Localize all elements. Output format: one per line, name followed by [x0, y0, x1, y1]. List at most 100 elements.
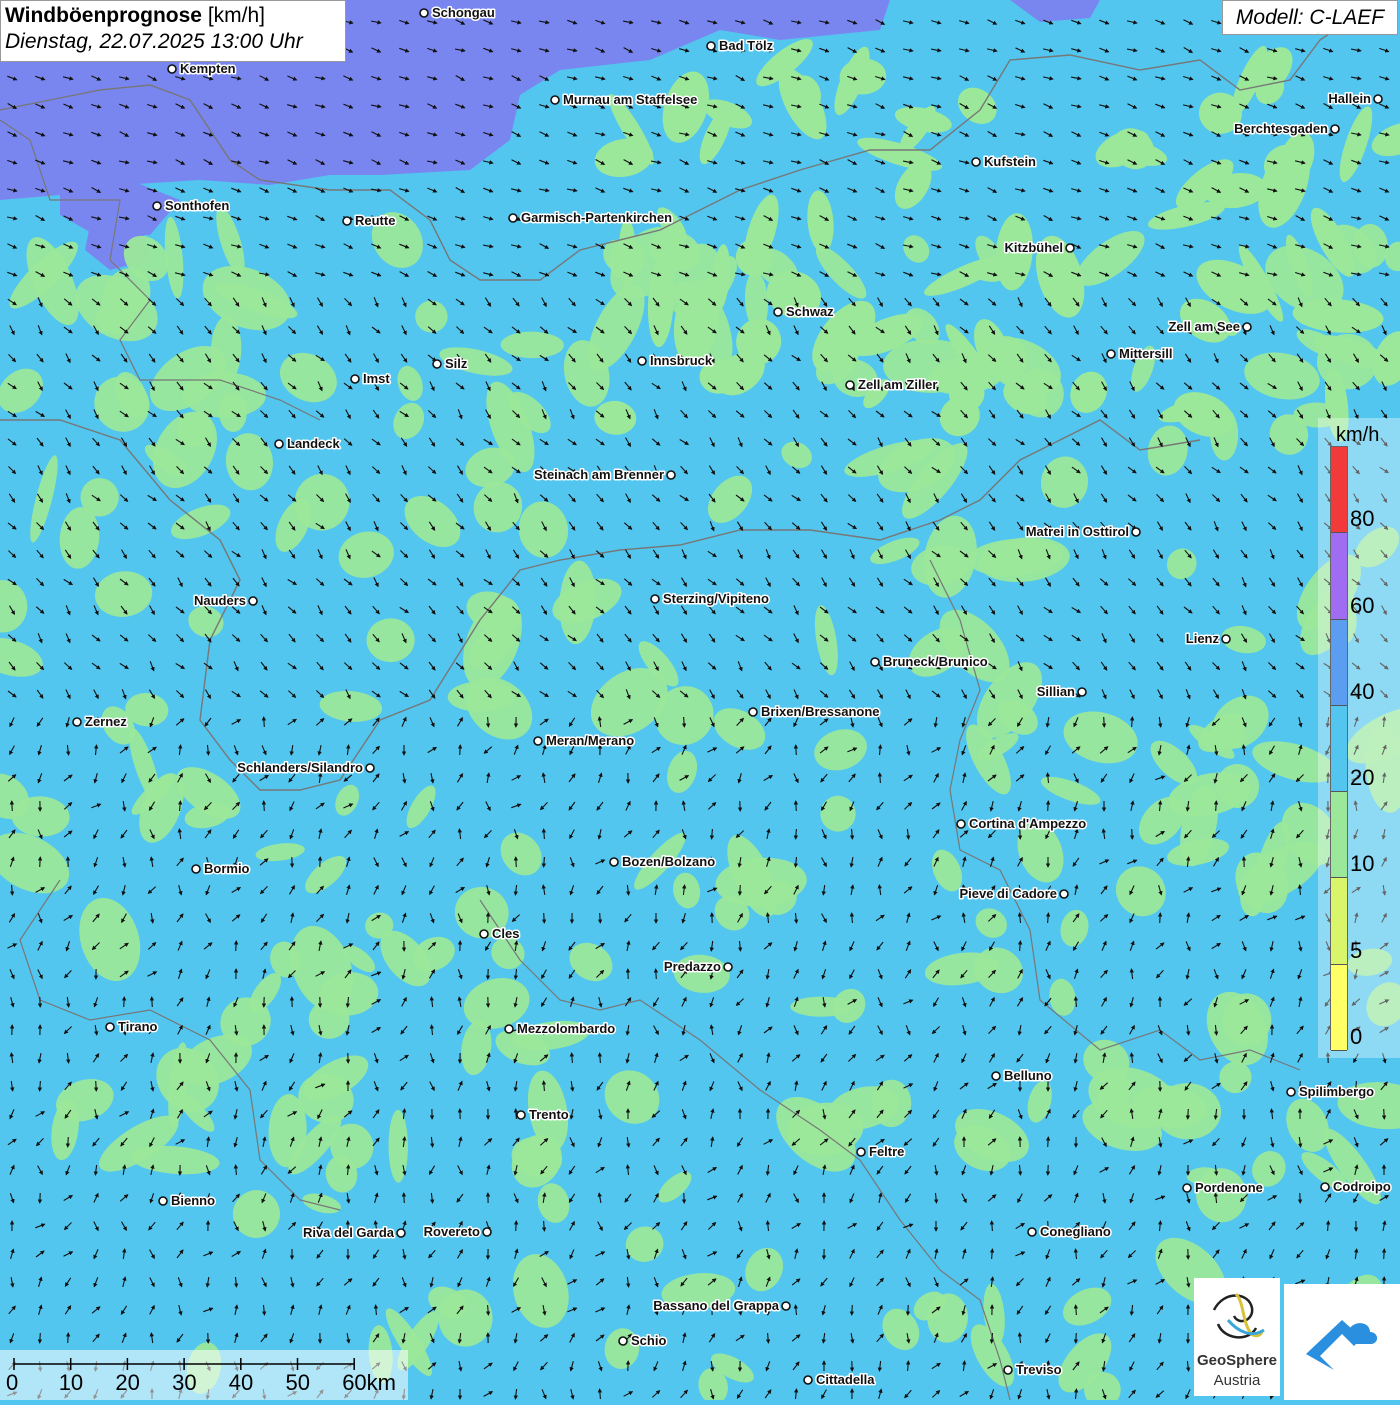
- logo-name: GeoSphere: [1194, 1352, 1280, 1369]
- city-label: Kitzbühel: [1005, 240, 1064, 255]
- city-dot: [782, 1302, 790, 1310]
- city-dot: [168, 65, 176, 73]
- city-label: Sterzing/Vipiteno: [663, 591, 769, 606]
- app-logo[interactable]: [1284, 1284, 1400, 1400]
- city-dot: [610, 858, 618, 866]
- city-marker[interactable]: Murnau am Staffelsee: [551, 92, 697, 107]
- city-label: Zell am See: [1168, 319, 1240, 334]
- legend-segment: [1331, 792, 1347, 878]
- legend-segment: [1331, 878, 1347, 964]
- city-label: Cles: [492, 926, 519, 941]
- city-dot: [992, 1072, 1000, 1080]
- city-label: Bienno: [171, 1193, 215, 1208]
- city-dot: [551, 96, 559, 104]
- city-dot: [1222, 635, 1230, 643]
- map-title: Windböenprognose [km/h]: [5, 4, 341, 28]
- city-dot: [1331, 125, 1339, 133]
- scale-label: 0: [6, 1370, 18, 1396]
- city-marker[interactable]: Cortina d'Ampezzo: [957, 816, 1086, 831]
- city-marker[interactable]: Pieve di Cadore: [959, 886, 1068, 901]
- legend-label: 5: [1350, 938, 1362, 964]
- city-label: Bozen/Bolzano: [622, 854, 715, 869]
- city-label: Pordenone: [1195, 1180, 1263, 1195]
- city-label: Spilimbergo: [1299, 1084, 1374, 1099]
- city-label: Conegliano: [1040, 1224, 1111, 1239]
- legend-label: 20: [1350, 765, 1374, 791]
- city-marker[interactable]: Riva del Garda: [303, 1225, 405, 1240]
- city-marker[interactable]: Brixen/Bressanone: [749, 704, 880, 719]
- city-marker[interactable]: Berchtesgaden: [1234, 121, 1339, 136]
- city-label: Innsbruck: [650, 353, 713, 368]
- city-label: Schlanders/Silandro: [237, 760, 363, 775]
- city-dot: [857, 1148, 865, 1156]
- geosphere-logo[interactable]: GeoSphere Austria: [1194, 1278, 1280, 1396]
- city-label: Kufstein: [984, 154, 1036, 169]
- color-legend: km/h 051020406080: [1318, 418, 1400, 1058]
- city-label: Murnau am Staffelsee: [563, 92, 697, 107]
- city-dot: [804, 1376, 812, 1384]
- city-marker[interactable]: Garmisch-Partenkirchen: [509, 210, 672, 225]
- city-dot: [972, 158, 980, 166]
- city-marker[interactable]: Meran/Merano: [534, 733, 634, 748]
- city-marker[interactable]: Bassano del Grappa: [653, 1298, 790, 1313]
- city-dot: [667, 471, 675, 479]
- city-dot: [343, 217, 351, 225]
- city-marker[interactable]: Sonthofen: [153, 198, 229, 213]
- city-marker[interactable]: Mezzolombardo: [505, 1021, 615, 1036]
- city-label: Rovereto: [424, 1224, 480, 1239]
- city-marker[interactable]: Spilimbergo: [1287, 1084, 1374, 1099]
- model-label: Modell: C-LAEF: [1222, 0, 1398, 35]
- city-marker[interactable]: Schongau: [420, 5, 495, 20]
- city-label: Silz: [445, 356, 468, 371]
- scale-label: 60km: [342, 1370, 396, 1396]
- scale-label: 40: [229, 1370, 253, 1396]
- city-marker[interactable]: Schlanders/Silandro: [237, 760, 374, 775]
- city-dot: [1066, 244, 1074, 252]
- city-label: Imst: [363, 371, 390, 386]
- city-marker[interactable]: Steinach am Brenner: [534, 467, 675, 482]
- map-title-box: Windböenprognose [km/h] Dienstag, 22.07.…: [0, 0, 346, 62]
- city-label: Zell am Ziller: [858, 377, 937, 392]
- city-marker[interactable]: Sterzing/Vipiteno: [651, 591, 769, 606]
- city-label: Bassano del Grappa: [653, 1298, 779, 1313]
- wind-gust-map[interactable]: SchongauBad TölzKemptenMurnau am Staffel…: [0, 0, 1400, 1400]
- city-label: Brixen/Bressanone: [761, 704, 880, 719]
- city-dot: [1287, 1088, 1295, 1096]
- city-label: Pieve di Cadore: [959, 886, 1057, 901]
- geosphere-swirl-icon: [1194, 1280, 1280, 1354]
- city-marker[interactable]: Pordenone: [1183, 1180, 1263, 1195]
- city-label: Kempten: [180, 61, 236, 76]
- city-marker[interactable]: Zell am Ziller: [846, 377, 937, 392]
- city-dot: [846, 381, 854, 389]
- city-marker[interactable]: Matrei in Osttirol: [1026, 524, 1140, 539]
- logo-sub: Austria: [1194, 1372, 1280, 1389]
- city-label: Mezzolombardo: [517, 1021, 615, 1036]
- city-marker[interactable]: Innsbruck: [638, 353, 713, 368]
- scale-label: 10: [59, 1370, 83, 1396]
- city-dot: [534, 737, 542, 745]
- city-label: Zernez: [85, 714, 127, 729]
- city-dot: [249, 597, 257, 605]
- city-marker[interactable]: Conegliano: [1028, 1224, 1111, 1239]
- city-dot: [1183, 1184, 1191, 1192]
- city-label: Cortina d'Ampezzo: [969, 816, 1086, 831]
- city-label: Lienz: [1186, 631, 1220, 646]
- city-label: Schongau: [432, 5, 495, 20]
- city-marker[interactable]: Bruneck/Brunico: [871, 654, 988, 669]
- city-label: Hallein: [1328, 91, 1371, 106]
- city-label: Steinach am Brenner: [534, 467, 664, 482]
- city-dot: [517, 1111, 525, 1119]
- legend-label: 80: [1350, 506, 1374, 532]
- city-label: Matrei in Osttirol: [1026, 524, 1129, 539]
- city-marker[interactable]: Bozen/Bolzano: [610, 854, 715, 869]
- city-dot: [638, 357, 646, 365]
- legend-segment: [1331, 620, 1347, 706]
- city-dot: [159, 1197, 167, 1205]
- city-label: Landeck: [287, 436, 341, 451]
- city-marker[interactable]: Zell am See: [1168, 319, 1251, 334]
- city-label: Trento: [529, 1107, 569, 1122]
- city-dot: [1132, 528, 1140, 536]
- city-label: Sillian: [1037, 684, 1075, 699]
- legend-segment: [1331, 447, 1347, 533]
- city-dot: [192, 865, 200, 873]
